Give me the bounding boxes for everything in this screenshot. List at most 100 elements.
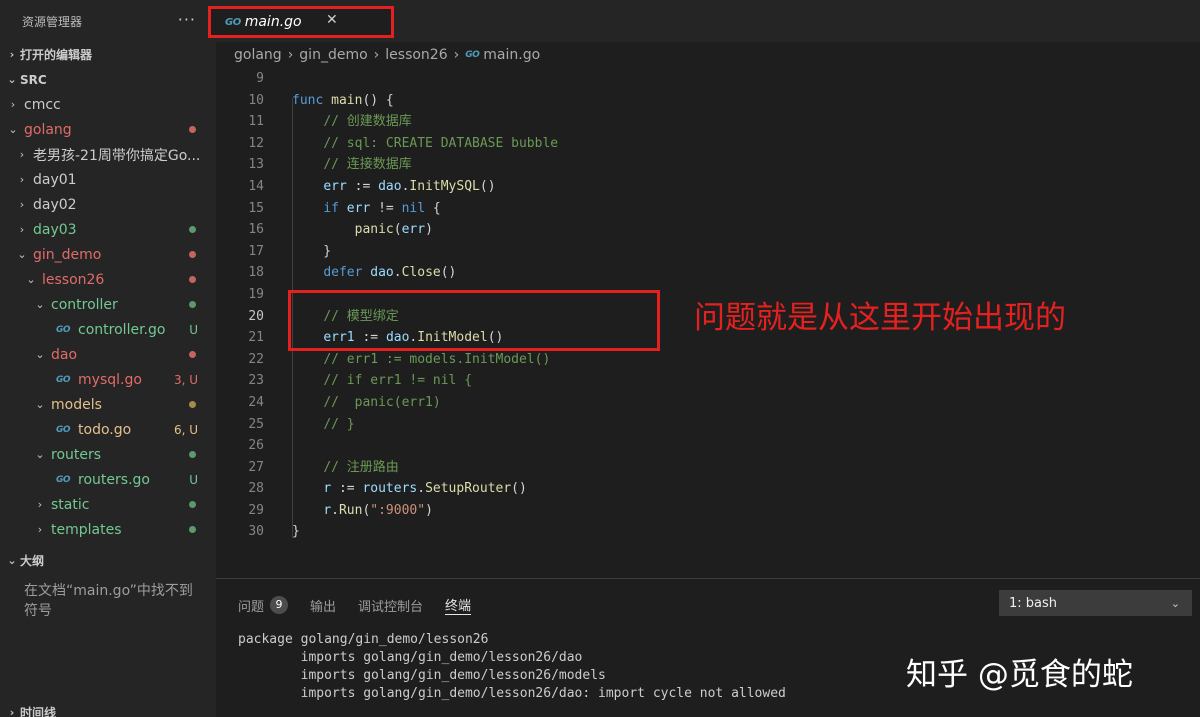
file-tree-label: templates (51, 521, 122, 538)
breadcrumb-item[interactable]: golang (234, 47, 282, 63)
file-tree-item[interactable]: › day02 (0, 192, 216, 217)
file-tree-label: routers.go (78, 471, 150, 488)
file-tree-item[interactable]: ⌄ golang (0, 117, 216, 142)
code-line: 18 defer dao.Close() (216, 262, 1200, 284)
line-number: 19 (248, 286, 264, 302)
chevron-right-icon: › (37, 498, 43, 511)
file-tree-label: static (51, 496, 90, 513)
code-text: } (292, 524, 300, 540)
panel-tab-label: 终端 (445, 599, 472, 614)
file-tree-item[interactable]: GO controller.go U (0, 317, 216, 342)
line-number: 18 (248, 265, 264, 281)
line-number: 24 (248, 394, 264, 410)
close-icon[interactable]: ✕ (326, 12, 338, 28)
file-tree-item[interactable]: › day01 (0, 167, 216, 192)
chevron-down-icon: ⌄ (35, 298, 45, 311)
code-text: func main() { (292, 92, 394, 108)
file-tree-label: 老男孩-21周带你搞定Go... (33, 147, 201, 164)
code-line: 23 // if err1 != nil { (216, 370, 1200, 392)
file-tree-item[interactable]: ⌄ dao (0, 342, 216, 367)
file-tree-label: cmcc (24, 96, 61, 113)
code-text: err := dao.InitMySQL() (323, 178, 496, 194)
file-tree-item[interactable]: ⌄ controller (0, 292, 216, 317)
line-number: 29 (248, 502, 264, 518)
go-file-icon: GO (56, 374, 71, 385)
more-actions-icon[interactable]: ··· (178, 10, 196, 29)
breadcrumb-item[interactable]: main.go (483, 47, 540, 63)
outline-section[interactable]: ⌄ 大纲 (0, 548, 216, 573)
code-line: 26 (216, 435, 1200, 457)
chevron-right-icon: › (373, 47, 380, 63)
file-tree-item[interactable]: ⌄ lesson26 (0, 267, 216, 292)
file-tree-label: controller (51, 296, 118, 313)
file-tree-item[interactable]: › cmcc (0, 92, 216, 117)
line-number: 14 (248, 178, 264, 194)
panel-tab[interactable]: 问题 9 (238, 595, 289, 615)
file-tree-item[interactable]: › 老男孩-21周带你搞定Go... (0, 142, 216, 167)
timeline-title: 时间线 (20, 706, 57, 717)
file-tree-item[interactable]: ⌄ models (0, 392, 216, 417)
file-tree: › cmcc ⌄ golang › 老男孩-21周带你搞定Go... › day01 › day0… (0, 92, 216, 542)
code-text: r := routers.SetupRouter() (323, 481, 527, 497)
chevron-down-icon: ⌄ (26, 273, 36, 286)
code-line: 22 // err1 := models.InitModel() (216, 349, 1200, 371)
code-text: // if err1 != nil { (323, 373, 473, 389)
code-line: 11 // 创建数据库 (216, 111, 1200, 133)
git-status-dot (189, 251, 196, 258)
chevron-right-icon: › (19, 148, 25, 161)
file-tree-item[interactable]: › static (0, 492, 216, 517)
code-text: // 创建数据库 (323, 114, 412, 130)
panel-tab[interactable]: 终端 (445, 595, 472, 615)
terminal-output[interactable]: package golang/gin_demo/lesson26 imports… (238, 631, 786, 703)
panel-tab[interactable]: 调试控制台 (358, 595, 423, 615)
go-file-icon: GO (225, 16, 241, 28)
code-line: 12 // sql: CREATE DATABASE bubble (216, 133, 1200, 155)
panel-tab[interactable]: 输出 (310, 595, 336, 615)
workspace-root-label: SRC (20, 72, 47, 87)
line-number: 17 (248, 243, 264, 259)
git-status-dot (189, 126, 196, 133)
git-status-badge: 6, U (173, 422, 198, 437)
go-file-icon: GO (56, 324, 71, 335)
file-tree-item[interactable]: GO todo.go 6, U (0, 417, 216, 442)
open-editors-section[interactable]: › 打开的编辑器 (0, 42, 216, 67)
chevron-down-icon: ⌄ (7, 554, 17, 567)
tab-main-go[interactable]: GO main.go ✕ (208, 6, 394, 38)
file-tree-label: routers (51, 446, 102, 463)
file-tree-item[interactable]: › day03 (0, 217, 216, 242)
file-tree-item[interactable]: GO mysql.go 3, U (0, 367, 216, 392)
panel-tab-label: 调试控制台 (358, 599, 424, 615)
code-text: // panic(err1) (323, 394, 441, 410)
code-text: if err != nil { (323, 200, 441, 216)
code-text: panic(err) (354, 222, 433, 238)
file-tree-label: models (51, 396, 102, 413)
breadcrumb-item[interactable]: lesson26 (385, 47, 447, 63)
git-status-badge: U (189, 472, 198, 487)
bottom-panel: 问题 9 输出 调试控制台 终端 1: bash ⌄ package golang/gi… (216, 578, 1200, 717)
breadcrumb-item[interactable]: gin_demo (299, 47, 367, 63)
breadcrumb: golang › gin_demo › lesson26 › GO main.g… (216, 42, 1200, 68)
git-status-badge: 3, U (173, 372, 198, 387)
file-tree-item[interactable]: ⌄ routers (0, 442, 216, 467)
chevron-right-icon: › (9, 706, 15, 717)
line-number: 25 (248, 416, 264, 432)
go-file-icon: GO (56, 474, 71, 485)
line-number: 27 (248, 459, 264, 475)
file-tree-label: controller.go (78, 321, 166, 338)
file-tree-item[interactable]: › templates (0, 517, 216, 542)
go-file-icon: GO (56, 424, 71, 435)
chevron-down-icon: ⌄ (1170, 596, 1180, 610)
timeline-section[interactable]: › 时间线 (0, 700, 56, 717)
workspace-root-section[interactable]: ⌄ SRC (0, 67, 216, 92)
code-line: 13 // 连接数据库 (216, 154, 1200, 176)
terminal-select[interactable]: 1: bash ⌄ (999, 590, 1192, 616)
file-tree-label: day02 (33, 196, 77, 213)
code-text: // 连接数据库 (323, 157, 412, 173)
file-tree-item[interactable]: GO routers.go U (0, 467, 216, 492)
git-status-dot (189, 301, 196, 308)
file-tree-label: mysql.go (78, 371, 142, 388)
code-line: 27 // 注册路由 (216, 457, 1200, 479)
problem-count-badge: 9 (270, 596, 289, 614)
file-tree-item[interactable]: ⌄ gin_demo (0, 242, 216, 267)
line-number: 30 (248, 524, 264, 540)
